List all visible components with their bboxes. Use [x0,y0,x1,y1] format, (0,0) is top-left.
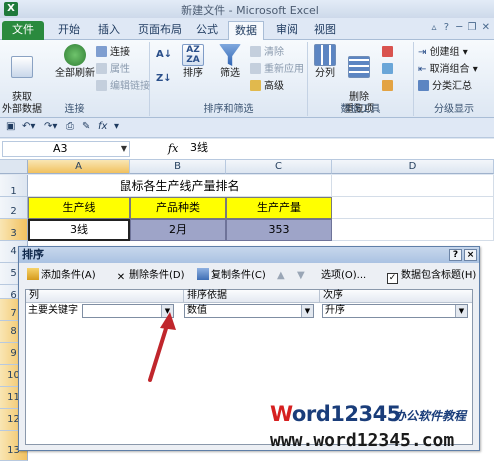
annotation-arrow-icon [148,312,176,382]
watermark: Word12345 办公软件教程 www.word12345.com [270,402,490,458]
watermark-url: www.word12345.com [270,430,455,451]
watermark-brand: Word12345 [270,402,401,426]
watermark-subtitle: 办公软件教程 [394,409,467,423]
